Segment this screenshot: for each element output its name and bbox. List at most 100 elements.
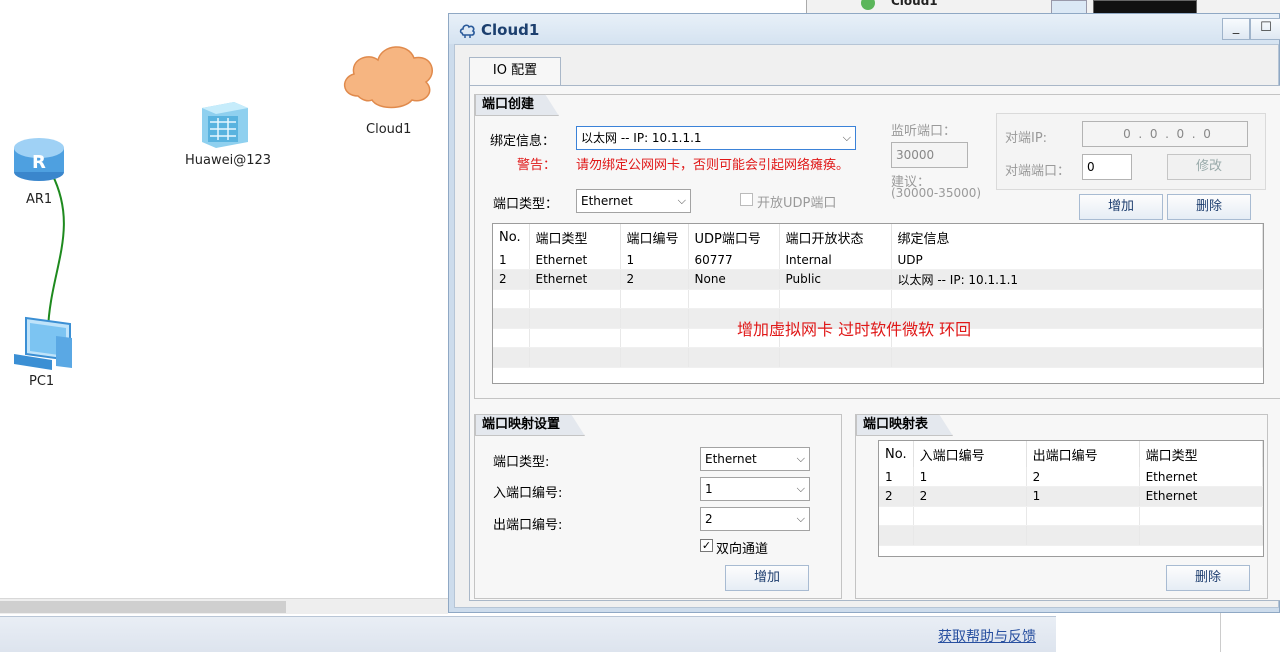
tab-panel: 端口创建 绑定信息： 以太网 -- IP: 10.1.1.1 ⌵ 警告： 请勿绑… xyxy=(469,85,1280,601)
maximize-button[interactable]: ☐ xyxy=(1250,18,1280,40)
peer-ip-octet-4: 0 xyxy=(1203,127,1211,141)
delete-mapping-button[interactable]: 删除 xyxy=(1166,565,1250,591)
column-header[interactable]: 入端口编号 xyxy=(913,441,1027,467)
router-icon[interactable]: R xyxy=(12,134,66,187)
table-cell: Ethernet xyxy=(1139,486,1263,507)
column-header[interactable]: UDP端口号 xyxy=(688,224,780,250)
background-window-title: Cloud1 xyxy=(891,0,938,8)
empty-row xyxy=(493,289,1263,309)
add-port-button[interactable]: 增加 xyxy=(1079,194,1163,220)
bidirectional-checkbox[interactable]: ✓ xyxy=(700,539,713,552)
dialog-titlebar[interactable]: Cloud1 _ ☐ xyxy=(449,14,1280,44)
table-cell: Ethernet xyxy=(1139,467,1263,487)
out-port-value: 2 xyxy=(705,512,713,526)
peer-ip-octet-1: 0 xyxy=(1123,127,1131,141)
table-cell: Public xyxy=(779,269,892,290)
mapping-port-type-value: Ethernet xyxy=(705,452,757,466)
peer-ip-octet-3: 0 xyxy=(1176,127,1185,141)
annotation-note: 增加虚拟网卡 过时软件微软 环回 xyxy=(737,320,972,339)
table-cell: 以太网 -- IP: 10.1.1.1 xyxy=(891,269,1263,290)
listen-port-input[interactable]: 30000 xyxy=(891,142,968,168)
device-label-cloud: Cloud1 xyxy=(366,122,412,137)
port-create-title: 端口创建 xyxy=(475,94,559,116)
table-cell: 2 xyxy=(620,269,689,290)
add-mapping-button[interactable]: 增加 xyxy=(725,565,809,591)
pc-icon[interactable] xyxy=(12,316,74,375)
port-type-label: 端口类型： xyxy=(493,197,559,212)
table-cell: Ethernet xyxy=(529,269,621,290)
column-header[interactable]: 端口开放状态 xyxy=(779,224,892,250)
mapping-port-type-select[interactable]: Ethernet ⌵ xyxy=(700,447,810,471)
mapping-table-header: No. 入端口编号 出端口编号 端口类型 xyxy=(879,441,1263,467)
peer-ip-input[interactable]: 0 . 0 . 0 . 0 xyxy=(1082,121,1248,147)
warning-text: 请勿绑定公网网卡，否则可能会引起网络瘫痪。 xyxy=(576,158,850,173)
port-mapping-table-title: 端口映射表 xyxy=(856,414,953,436)
dialog-client-area: IO 配置 端口创建 绑定信息： 以太网 -- IP: 10.1.1.1 ⌵ 警… xyxy=(454,44,1280,608)
table-cell: 60777 xyxy=(688,250,780,270)
table-cell: UDP xyxy=(891,250,1263,270)
bind-info-label: 绑定信息： xyxy=(490,134,556,149)
horizontal-scrollbar[interactable] xyxy=(0,598,448,614)
device-label-firewall: Huawei@123 xyxy=(185,153,272,168)
in-port-label: 入端口编号: xyxy=(493,486,563,501)
column-header[interactable]: 出端口编号 xyxy=(1026,441,1140,467)
table-cell: Ethernet xyxy=(529,250,621,270)
table-row[interactable]: 2 Ethernet 2 None Public 以太网 -- IP: 10.1… xyxy=(493,269,1263,290)
column-header[interactable]: 端口类型 xyxy=(1139,441,1263,467)
chevron-down-icon: ⌵ xyxy=(796,452,805,465)
empty-row xyxy=(879,525,1263,546)
topology-canvas[interactable]: R AR1 Huawei@123 Cloud1 PC1 xyxy=(0,0,448,600)
out-port-select[interactable]: 2 ⌵ xyxy=(700,507,810,531)
firewall-icon[interactable] xyxy=(198,98,252,151)
port-mapping-table-group: 端口映射表 No. 入端口编号 出端口编号 端口类型 1 1 2 Etherne… xyxy=(855,414,1268,599)
listen-port-label: 监听端口： xyxy=(891,124,957,139)
scrollbar-thumb[interactable] xyxy=(0,601,286,613)
table-cell: 1 xyxy=(913,467,1027,487)
column-header[interactable]: No. xyxy=(879,441,914,467)
chevron-down-icon: ⌵ xyxy=(796,482,805,495)
help-feedback-link[interactable]: 获取帮助与反馈 xyxy=(938,626,1036,646)
dialog-title: Cloud1 xyxy=(481,21,540,39)
column-header[interactable]: No. xyxy=(493,224,530,250)
in-port-select[interactable]: 1 ⌵ xyxy=(700,477,810,501)
table-cell: None xyxy=(688,269,780,290)
table-cell: 1 xyxy=(493,250,530,270)
port-type-select[interactable]: Ethernet ⌵ xyxy=(576,189,691,213)
status-ok-icon xyxy=(861,0,875,10)
column-header[interactable]: 端口类型 xyxy=(529,224,621,250)
tab-io-config[interactable]: IO 配置 xyxy=(469,57,561,85)
empty-row xyxy=(879,506,1263,526)
column-header[interactable]: 绑定信息 xyxy=(891,224,1263,250)
port-table-header: No. 端口类型 端口编号 UDP端口号 端口开放状态 绑定信息 xyxy=(493,224,1263,250)
open-udp-label: 开放UDP端口 xyxy=(757,196,837,211)
peer-port-input[interactable]: 0 xyxy=(1082,154,1132,180)
bind-info-value: 以太网 -- IP: 10.1.1.1 xyxy=(581,131,702,145)
warning-label: 警告： xyxy=(517,158,557,173)
table-row[interactable]: 2 2 1 Ethernet xyxy=(879,486,1263,507)
out-port-label: 出端口编号: xyxy=(493,518,563,533)
chevron-down-icon: ⌵ xyxy=(842,131,851,144)
table-row[interactable]: 1 1 2 Ethernet xyxy=(879,467,1263,487)
modify-button[interactable]: 修改 xyxy=(1167,154,1251,180)
table-cell: 2 xyxy=(879,486,914,507)
thumbnail-1 xyxy=(1051,0,1087,14)
status-bar: 获取帮助与反馈 xyxy=(0,616,1056,652)
table-cell: 2 xyxy=(493,269,530,290)
cloud-icon[interactable] xyxy=(338,34,438,117)
bind-info-select[interactable]: 以太网 -- IP: 10.1.1.1 ⌵ xyxy=(576,126,856,150)
open-udp-checkbox[interactable] xyxy=(740,193,753,206)
column-header[interactable]: 端口编号 xyxy=(620,224,689,250)
cloud-config-dialog: Cloud1 _ ☐ IO 配置 端口创建 绑定信息： 以太网 -- IP: 1… xyxy=(448,13,1280,613)
mapping-table: No. 入端口编号 出端口编号 端口类型 1 1 2 Ethernet 2 2 … xyxy=(878,440,1264,557)
background-window-strip: Cloud1 xyxy=(806,0,1280,14)
mapping-table-grid: No. 入端口编号 出端口编号 端口类型 1 1 2 Ethernet 2 2 … xyxy=(879,441,1263,546)
device-label-pc: PC1 xyxy=(29,374,55,389)
table-row[interactable]: 1 Ethernet 1 60777 Internal UDP xyxy=(493,250,1263,270)
empty-row xyxy=(493,347,1263,368)
peer-port-label: 对端端口： xyxy=(1005,164,1071,179)
port-mapping-settings-group: 端口映射设置 端口类型: Ethernet ⌵ 入端口编号: 1 ⌵ 出端口编号… xyxy=(474,414,842,599)
delete-port-button[interactable]: 删除 xyxy=(1167,194,1251,220)
device-label-ar1: AR1 xyxy=(26,192,53,207)
minimize-button[interactable]: _ xyxy=(1222,18,1250,40)
peer-settings-box: 对端IP: 0 . 0 . 0 . 0 对端端口： 0 修改 xyxy=(996,113,1266,190)
